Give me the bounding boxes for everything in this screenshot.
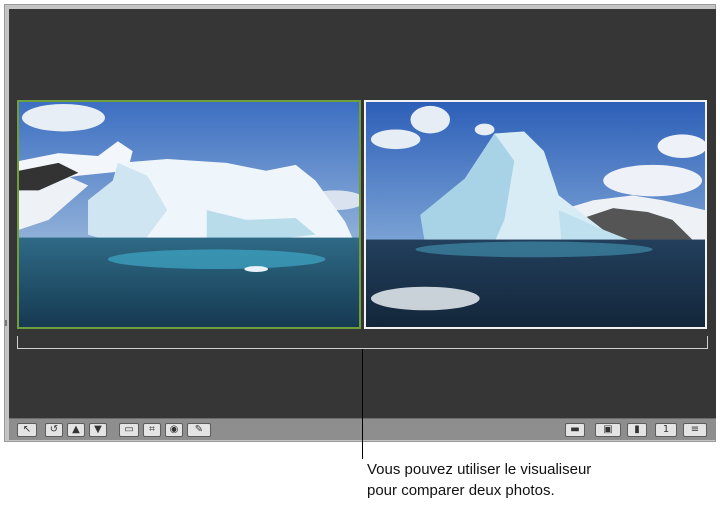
callout-line (362, 349, 363, 459)
iceberg-image-1 (19, 102, 359, 327)
brush-icon[interactable]: ✎ (187, 423, 211, 437)
straighten-icon[interactable]: ▭ (119, 423, 139, 437)
resize-handle[interactable] (5, 320, 7, 326)
single-view-icon[interactable]: 1 (655, 423, 677, 437)
callout-line-1: Vous pouvez utiliser le visualiseur (367, 461, 592, 478)
lift-icon[interactable]: ▲ (67, 423, 85, 437)
flag-icon[interactable]: ▮ (627, 423, 647, 437)
stamp-icon[interactable]: ▼ (89, 423, 107, 437)
compare-bracket (17, 336, 708, 349)
crop-icon[interactable]: ⌗ (143, 423, 161, 437)
callout-text: Vous pouvez utiliser le visualiseur pour… (367, 459, 591, 501)
arrow-select-icon[interactable]: ↖ (17, 423, 37, 437)
red-eye-icon[interactable]: ◉ (165, 423, 183, 437)
iceberg-image-2 (366, 102, 705, 327)
folder-icon[interactable]: ▬ (565, 423, 585, 437)
list-view-icon[interactable]: ≡ (683, 423, 707, 437)
iceberg-photo-1[interactable] (17, 100, 361, 329)
rotate-icon[interactable]: ↺ (45, 423, 63, 437)
iceberg-photo-2[interactable] (364, 100, 707, 329)
callout-line-2: pour comparer deux photos. (367, 482, 555, 499)
viewer-mode-icon[interactable]: ▣ (595, 423, 621, 437)
